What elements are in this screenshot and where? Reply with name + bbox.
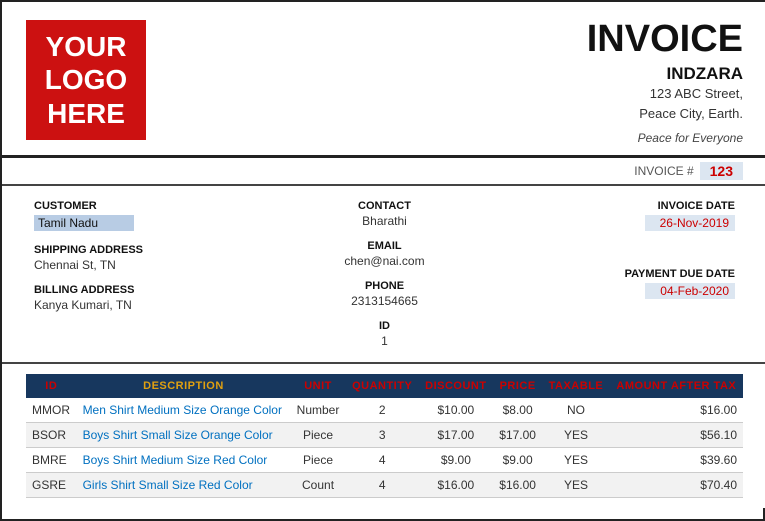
address-line1: 123 ABC Street, — [587, 84, 743, 104]
shipping-value: Chennai St, TN — [34, 258, 257, 272]
email-value: chen@nai.com — [273, 254, 496, 268]
payment-due-value: 04-Feb-2020 — [645, 283, 735, 299]
cell-price: $16.00 — [493, 473, 542, 498]
contact-label: CONTACT — [273, 200, 496, 212]
cell-amount: $16.00 — [610, 398, 743, 423]
col-taxable: TAXABLE — [542, 374, 609, 398]
col-id: ID — [26, 374, 77, 398]
shipping-label: SHIPPING ADDRESS — [34, 244, 257, 256]
contact-value: Bharathi — [273, 214, 496, 228]
cell-taxable: YES — [542, 448, 609, 473]
address-line2: Peace City, Earth. — [587, 104, 743, 124]
invoice-table: ID DESCRIPTION UNIT QUANTITY DISCOUNT PR… — [26, 374, 743, 498]
cell-quantity: 3 — [346, 423, 419, 448]
phone-value: 2313154665 — [273, 294, 496, 308]
cell-taxable: NO — [542, 398, 609, 423]
cell-unit: Count — [290, 473, 345, 498]
cell-description: Boys Shirt Small Size Orange Color — [77, 423, 291, 448]
cell-description: Boys Shirt Medium Size Red Color — [77, 448, 291, 473]
table-row: GSRE Girls Shirt Small Size Red Color Co… — [26, 473, 743, 498]
col-unit: UNIT — [290, 374, 345, 398]
logo-line2: LOGO — [45, 63, 127, 97]
billing-value: Kanya Kumari, TN — [34, 298, 257, 312]
col-amount: AMOUNT AFTER TAX — [610, 374, 743, 398]
cell-id: GSRE — [26, 473, 77, 498]
invoice-title: INVOICE — [587, 20, 743, 58]
cell-quantity: 2 — [346, 398, 419, 423]
phone-label: PHONE — [273, 280, 496, 292]
logo-line3: HERE — [47, 97, 125, 131]
cell-discount: $10.00 — [419, 398, 493, 423]
customer-center-col: CONTACT Bharathi EMAIL chen@nai.com PHON… — [265, 196, 504, 352]
payment-due-label: PAYMENT DUE DATE — [512, 268, 735, 280]
invoice-number-label: INVOICE # — [634, 164, 693, 178]
company-info: INVOICE INDZARA 123 ABC Street, Peace Ci… — [587, 20, 743, 145]
cell-price: $9.00 — [493, 448, 542, 473]
cell-description: Men Shirt Medium Size Orange Color — [77, 398, 291, 423]
email-label: EMAIL — [273, 240, 496, 252]
invoice-number-value: 123 — [700, 162, 743, 180]
cell-id: MMOR — [26, 398, 77, 423]
cell-id: BMRE — [26, 448, 77, 473]
cell-unit: Piece — [290, 448, 345, 473]
company-tagline: Peace for Everyone — [587, 131, 743, 145]
cell-amount: $39.60 — [610, 448, 743, 473]
customer-left-col: CUSTOMER Tamil Nadu SHIPPING ADDRESS Che… — [26, 196, 265, 352]
billing-label: BILLING ADDRESS — [34, 284, 257, 296]
customer-label: CUSTOMER — [34, 200, 257, 212]
cell-description: Girls Shirt Small Size Red Color — [77, 473, 291, 498]
customer-value: Tamil Nadu — [34, 215, 134, 231]
logo-line1: YOUR — [46, 30, 127, 64]
id-value: 1 — [273, 334, 496, 348]
col-price: PRICE — [493, 374, 542, 398]
logo-box: YOUR LOGO HERE — [26, 20, 146, 140]
table-row: BSOR Boys Shirt Small Size Orange Color … — [26, 423, 743, 448]
col-quantity: QUANTITY — [346, 374, 419, 398]
cell-amount: $56.10 — [610, 423, 743, 448]
col-discount: DISCOUNT — [419, 374, 493, 398]
customer-section: CUSTOMER Tamil Nadu SHIPPING ADDRESS Che… — [2, 186, 765, 364]
invoice-date-value: 26-Nov-2019 — [645, 215, 735, 231]
table-row: MMOR Men Shirt Medium Size Orange Color … — [26, 398, 743, 423]
cell-discount: $9.00 — [419, 448, 493, 473]
header-section: YOUR LOGO HERE INVOICE INDZARA 123 ABC S… — [2, 2, 765, 158]
cell-unit: Piece — [290, 423, 345, 448]
company-name: INDZARA — [587, 64, 743, 84]
cell-price: $8.00 — [493, 398, 542, 423]
table-row: BMRE Boys Shirt Medium Size Red Color Pi… — [26, 448, 743, 473]
cell-price: $17.00 — [493, 423, 542, 448]
invoice-date-label: INVOICE DATE — [512, 200, 735, 212]
cell-discount: $16.00 — [419, 473, 493, 498]
invoice-number-bar: INVOICE # 123 — [2, 158, 765, 186]
cell-unit: Number — [290, 398, 345, 423]
cell-quantity: 4 — [346, 448, 419, 473]
customer-right-col: INVOICE DATE 26-Nov-2019 PAYMENT DUE DAT… — [504, 196, 743, 352]
cell-quantity: 4 — [346, 473, 419, 498]
company-address: 123 ABC Street, Peace City, Earth. — [587, 84, 743, 123]
cell-amount: $70.40 — [610, 473, 743, 498]
cell-taxable: YES — [542, 423, 609, 448]
id-label: ID — [273, 320, 496, 332]
cell-taxable: YES — [542, 473, 609, 498]
col-description: DESCRIPTION — [77, 374, 291, 398]
table-header-row: ID DESCRIPTION UNIT QUANTITY DISCOUNT PR… — [26, 374, 743, 398]
table-section: ID DESCRIPTION UNIT QUANTITY DISCOUNT PR… — [2, 364, 765, 508]
invoice-wrapper: YOUR LOGO HERE INVOICE INDZARA 123 ABC S… — [2, 2, 765, 508]
cell-discount: $17.00 — [419, 423, 493, 448]
cell-id: BSOR — [26, 423, 77, 448]
